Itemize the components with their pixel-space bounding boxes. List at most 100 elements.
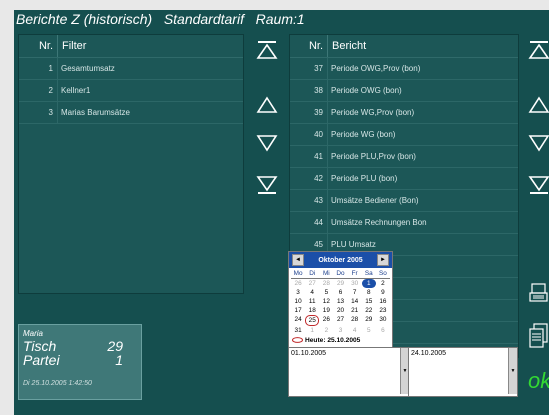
calendar-day[interactable]: 20 — [333, 306, 347, 315]
report-item-name: Periode WG (bon) — [331, 130, 396, 139]
report-list-item[interactable]: 39 Periode WG,Prov (bon) — [290, 102, 518, 124]
calendar-day[interactable]: 3 — [291, 288, 305, 297]
date-from-value: 01.10.2005 — [291, 350, 327, 357]
calendar-day[interactable]: 11 — [305, 297, 319, 306]
report-list-item[interactable]: 37 Periode OWG,Prov (bon) — [290, 58, 518, 80]
copy-document-icon[interactable] — [528, 322, 549, 350]
printer-icon[interactable] — [528, 282, 549, 306]
calendar-day[interactable]: 31 — [291, 326, 305, 335]
filter-item-nr: 2 — [19, 80, 58, 101]
status-panel: Maria Tisch 29 Partei 1 Di 25.10.2005 1:… — [18, 324, 142, 400]
report-item-nr: 43 — [290, 190, 328, 211]
scroll-bottom-icon[interactable] — [256, 174, 278, 196]
calendar-weekday: So — [375, 269, 390, 279]
calendar-day[interactable]: 5 — [319, 288, 333, 297]
calendar-day[interactable]: 27 — [305, 279, 319, 288]
calendar-day[interactable]: 29 — [333, 279, 347, 288]
report-col-name: Bericht — [332, 40, 367, 52]
calendar-grid: Mo Di Mi Do Fr Sa So 26 27 28 29 30 1 2 3 4 5 6 7 8 9 10 11 12 1… — [289, 268, 392, 335]
report-list-item[interactable]: 44 Umsätze Rechnungen Bon — [290, 212, 518, 234]
filter-item-name: Kellner1 — [61, 86, 91, 95]
calendar-day[interactable]: 15 — [362, 297, 376, 306]
report-scroll-top-icon[interactable] — [528, 39, 549, 61]
report-list-header: Nr. Bericht — [290, 35, 518, 58]
calendar-day[interactable]: 30 — [348, 279, 362, 288]
calendar-day[interactable]: 16 — [376, 297, 390, 306]
calendar-day[interactable]: 23 — [376, 306, 390, 315]
calendar-day[interactable]: 21 — [348, 306, 362, 315]
calendar-day[interactable]: 13 — [333, 297, 347, 306]
calendar-weekday: Fr — [347, 269, 362, 279]
date-picker-popup[interactable]: ◄ Oktober 2005 ► Mo Di Mi Do Fr Sa So 26 27 28 29 3… — [288, 251, 393, 360]
status-partei-label: Partei — [23, 352, 60, 368]
calendar-day[interactable]: 3 — [333, 326, 347, 335]
date-to-value: 24.10.2005 — [411, 350, 447, 357]
prev-month-button[interactable]: ◄ — [292, 254, 304, 266]
report-list-item[interactable]: 40 Periode WG (bon) — [290, 124, 518, 146]
scroll-down-icon[interactable] — [256, 132, 278, 154]
filter-list-item[interactable]: 1 Gesamtumsatz — [19, 58, 243, 80]
calendar-day[interactable]: 2 — [319, 326, 333, 335]
scroll-top-icon[interactable] — [256, 39, 278, 61]
calendar-day[interactable]: 8 — [362, 288, 376, 297]
calendar-day[interactable]: 10 — [291, 297, 305, 306]
report-item-name: Periode OWG,Prov (bon) — [331, 64, 421, 73]
filter-rows: 1 Gesamtumsatz 2 Kellner1 3 Marias Barumsätze — [19, 58, 243, 124]
calendar-day[interactable]: 1 — [361, 279, 376, 288]
date-to-dropdown-icon[interactable]: ▼ — [508, 348, 517, 394]
calendar-day[interactable]: 22 — [362, 306, 376, 315]
report-list-item[interactable]: 43 Umsätze Bediener (Bon) — [290, 190, 518, 212]
report-list-item[interactable]: 38 Periode OWG (bon) — [290, 80, 518, 102]
calendar-day[interactable]: 6 — [333, 288, 347, 297]
date-to-field[interactable]: 24.10.2005 ▼ — [408, 347, 518, 397]
report-item-name: Periode PLU,Prov (bon) — [331, 152, 416, 161]
calendar-day[interactable]: 28 — [348, 315, 362, 324]
calendar-day[interactable]: 30 — [376, 315, 390, 324]
report-item-nr: 40 — [290, 124, 328, 145]
calendar-header: ◄ Oktober 2005 ► — [289, 252, 392, 268]
calendar-day[interactable]: 27 — [333, 315, 347, 324]
calendar-today-row[interactable]: Heute: 25.10.2005 — [289, 335, 392, 345]
calendar-day[interactable]: 9 — [376, 288, 390, 297]
scroll-up-icon[interactable] — [256, 94, 278, 116]
report-scroll-bottom-icon[interactable] — [528, 174, 549, 196]
report-item-name: Periode WG,Prov (bon) — [331, 108, 415, 117]
report-item-name: Periode PLU (bon) — [331, 174, 398, 183]
calendar-day[interactable]: 17 — [291, 306, 305, 315]
calendar-day[interactable]: 28 — [319, 279, 333, 288]
calendar-month-label: Oktober 2005 — [318, 256, 363, 264]
date-from-field[interactable]: 01.10.2005 ▼ — [288, 347, 410, 397]
calendar-day[interactable]: 29 — [362, 315, 376, 324]
calendar-day[interactable]: 2 — [376, 279, 390, 288]
report-col-nr: Nr. — [290, 35, 328, 57]
calendar-day[interactable]: 6 — [376, 326, 390, 335]
calendar-day[interactable]: 12 — [319, 297, 333, 306]
calendar-day[interactable]: 19 — [319, 306, 333, 315]
calendar-day[interactable]: 7 — [348, 288, 362, 297]
filter-list-item[interactable]: 2 Kellner1 — [19, 80, 243, 102]
calendar-day[interactable]: 26 — [291, 279, 305, 288]
calendar-day[interactable]: 24 — [291, 315, 305, 324]
calendar-day[interactable]: 5 — [362, 326, 376, 335]
filter-list-item[interactable]: 3 Marias Barumsätze — [19, 102, 243, 124]
calendar-day[interactable]: 18 — [305, 306, 319, 315]
calendar-day[interactable]: 4 — [348, 326, 362, 335]
calendar-day[interactable]: 4 — [305, 288, 319, 297]
window-title: Berichte Z (historisch) Standardtarif Ra… — [16, 11, 305, 27]
status-partei-value: 1 — [115, 352, 123, 368]
report-item-nr: 39 — [290, 102, 328, 123]
calendar-day[interactable]: 25 — [305, 315, 320, 326]
report-scroll-up-icon[interactable] — [528, 94, 549, 116]
calendar-day[interactable]: 1 — [305, 326, 319, 335]
ok-button[interactable]: ok — [528, 368, 549, 394]
report-scroll-down-icon[interactable] — [528, 132, 549, 154]
status-timestamp: Di 25.10.2005 1:42:50 — [23, 380, 92, 387]
report-list-item[interactable]: 41 Periode PLU,Prov (bon) — [290, 146, 518, 168]
report-item-nr: 42 — [290, 168, 328, 189]
next-month-button[interactable]: ► — [376, 254, 389, 266]
report-list-item[interactable]: 42 Periode PLU (bon) — [290, 168, 518, 190]
calendar-day[interactable]: 26 — [319, 315, 333, 324]
filter-col-name: Filter — [62, 40, 87, 52]
filter-list[interactable]: Nr. Filter 1 Gesamtumsatz 2 Kellner1 3 Marias… — [18, 34, 244, 294]
calendar-day[interactable]: 14 — [348, 297, 362, 306]
